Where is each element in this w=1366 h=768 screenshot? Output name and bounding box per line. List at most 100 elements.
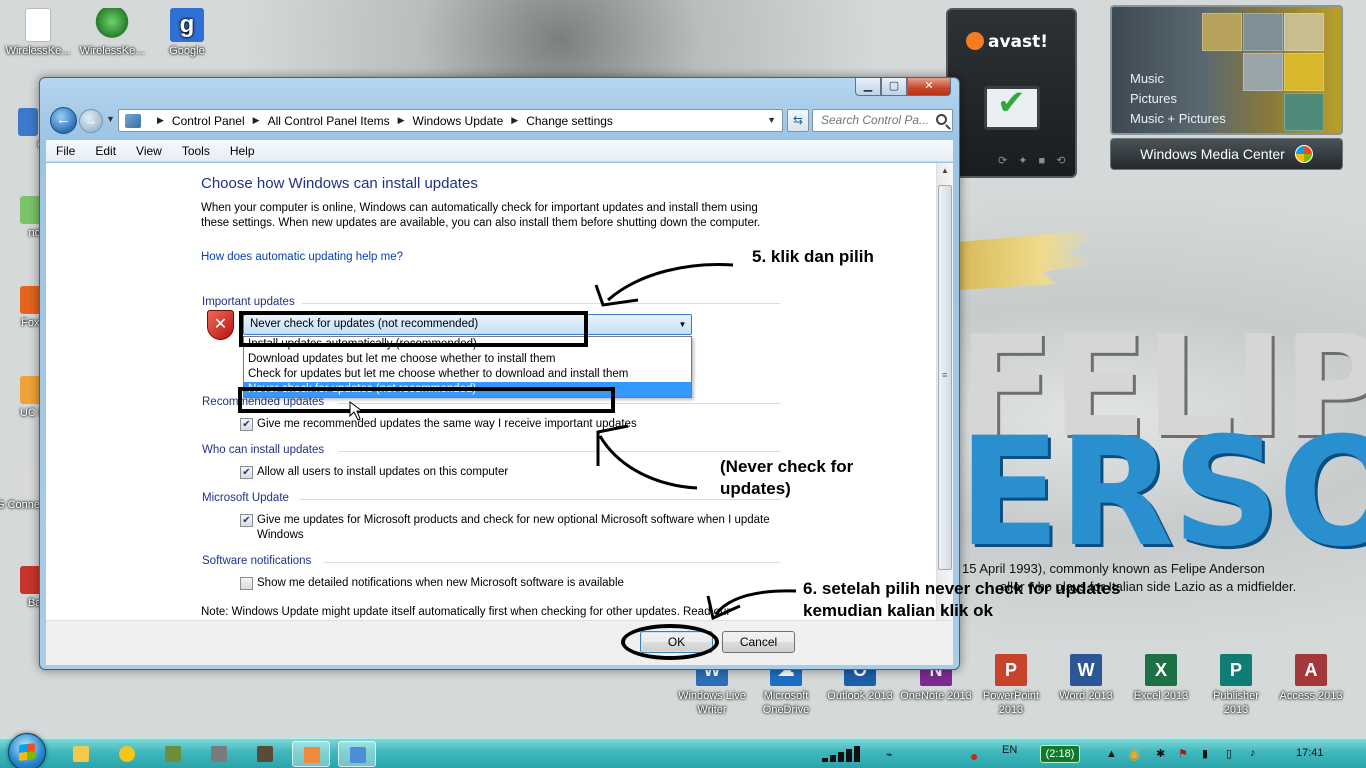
taskbar-minecraft[interactable] xyxy=(154,741,192,767)
volume-icon[interactable]: ♪ xyxy=(1250,747,1256,759)
annotation-box-select xyxy=(239,311,588,347)
minimize-button[interactable]: ▁ xyxy=(855,78,881,96)
wifi-icon[interactable]: ▮ xyxy=(1202,747,1208,760)
annotation-step6-line1: 6. setelah pilih never check for updates xyxy=(803,579,1121,598)
taskbar-explorer[interactable] xyxy=(62,741,100,767)
breadcrumb-all-items[interactable]: All Control Panel Items xyxy=(268,114,390,128)
breadcrumb-change-settings[interactable]: Change settings xyxy=(526,114,613,128)
powerpoint-icon: P xyxy=(995,654,1027,686)
allow-all-users-label: Allow all users to install updates on th… xyxy=(257,466,509,478)
chevron-down-icon[interactable]: ▼ xyxy=(674,315,691,334)
important-updates-heading: Important updates xyxy=(202,296,295,308)
annotation-step5: 5. klik dan pilih xyxy=(752,247,874,266)
search-box[interactable] xyxy=(812,109,953,132)
maximize-button[interactable]: ▢ xyxy=(881,78,907,96)
recommended-updates-checkbox[interactable]: ✔ xyxy=(240,418,253,431)
grip-icon: ≡ xyxy=(942,370,948,380)
soldier-icon xyxy=(257,746,273,762)
dialog-footer: OK Cancel xyxy=(46,620,953,665)
refresh-button[interactable]: ⇆ xyxy=(787,109,809,132)
avast-ball-icon xyxy=(966,32,984,50)
annotation-step6-line2: kemudian kalian klik ok xyxy=(803,601,993,620)
menu-tools[interactable]: Tools xyxy=(172,144,220,158)
network-icon[interactable]: ⌁ xyxy=(886,748,893,761)
chevron-right-icon[interactable]: ▶ xyxy=(253,115,260,126)
excel-icon: X xyxy=(1145,654,1177,686)
help-link[interactable]: How does automatic updating help me? xyxy=(201,251,403,263)
cancel-button[interactable]: Cancel xyxy=(722,631,795,653)
avast-logo-text: avast! xyxy=(988,32,1049,52)
search-input[interactable] xyxy=(821,113,929,127)
taskbar-app-6[interactable] xyxy=(292,741,330,767)
annotation-box-never-option xyxy=(238,387,615,413)
close-button[interactable]: ✕ xyxy=(907,78,951,96)
microsoft-update-checkbox-row[interactable]: ✔ Give me updates for Microsoft products… xyxy=(240,513,777,543)
annotation-never-line2: updates) xyxy=(720,479,791,498)
detailed-notifications-checkbox-row[interactable]: Show me detailed notifications when new … xyxy=(240,576,777,591)
recommended-updates-label: Give me recommended updates the same way… xyxy=(257,418,637,430)
microsoft-update-checkbox[interactable]: ✔ xyxy=(240,514,253,527)
language-indicator[interactable]: EN xyxy=(1002,744,1017,756)
desktop-icon-powerpoint[interactable]: P PowerPoint 2013 xyxy=(975,654,1047,717)
taskbar-app-4[interactable] xyxy=(200,741,238,767)
option-check-let-me-choose[interactable]: Check for updates but let me choose whet… xyxy=(244,367,691,382)
taskbar-app-5[interactable] xyxy=(246,741,284,767)
vertical-scrollbar[interactable]: ▲ ≡ ▼ xyxy=(936,163,953,620)
wmc-menu-music-pictures[interactable]: Music + Pictures xyxy=(1130,109,1226,129)
menu-edit[interactable]: Edit xyxy=(85,144,126,158)
avast-logo: avast! xyxy=(966,32,1048,52)
start-button[interactable] xyxy=(8,733,46,768)
desktop-icon-excel[interactable]: X Excel 2013 xyxy=(1125,654,1197,703)
recommended-updates-checkbox-row[interactable]: ✔ Give me recommended updates the same w… xyxy=(240,417,777,432)
taskbar-app-2[interactable] xyxy=(108,741,146,767)
battery-icon[interactable]: ▯ xyxy=(1226,747,1232,760)
action-center-icon[interactable]: ⚑ xyxy=(1178,747,1188,760)
avast-tray-icon[interactable]: ◉ xyxy=(1128,746,1140,763)
clock[interactable]: 17:41 xyxy=(1296,747,1324,759)
address-bar[interactable]: ▶ Control Panel ▶ All Control Panel Item… xyxy=(118,109,783,132)
desktop-icon-wirelesskey-2[interactable]: WirelessKe... xyxy=(74,8,150,58)
recent-pages-dropdown[interactable]: ▼ xyxy=(106,114,115,124)
avast-gadget[interactable]: avast! ✔ ⟳ ✦ ■ ⟲ xyxy=(946,8,1077,178)
security-shield-icon: ✕ xyxy=(207,310,234,340)
detailed-notifications-checkbox[interactable] xyxy=(240,577,253,590)
media-center-bar[interactable]: Windows Media Center xyxy=(1110,138,1343,170)
wallpaper-caption-1: 15 April 1993), commonly known as Felipe… xyxy=(962,561,1265,576)
menu-file[interactable]: File xyxy=(46,144,85,158)
media-center-gadget[interactable]: Music Pictures Music + Pictures xyxy=(1110,5,1343,135)
menu-view[interactable]: View xyxy=(126,144,172,158)
scrollbar-thumb[interactable]: ≡ xyxy=(938,185,952,570)
wmc-menu-music[interactable]: Music xyxy=(1130,69,1226,89)
allow-all-users-checkbox-row[interactable]: ✔ Allow all users to install updates on … xyxy=(240,465,777,480)
back-button[interactable]: ← xyxy=(50,107,77,134)
wmc-tile xyxy=(1284,13,1324,51)
chevron-right-icon[interactable]: ▶ xyxy=(398,115,405,126)
media-center-label: Windows Media Center xyxy=(1140,146,1285,162)
breadcrumb-windows-update[interactable]: Windows Update xyxy=(413,114,504,128)
bluetooth-icon[interactable]: ✱ xyxy=(1156,747,1165,760)
option-download-let-me-choose[interactable]: Download updates but let me choose wheth… xyxy=(244,352,691,367)
allow-all-users-checkbox[interactable]: ✔ xyxy=(240,466,253,479)
taskbar: ⌁ ● EN (2:18) ▲ ◉ ✱ ⚑ ▮ ▯ ♪ 17:41 xyxy=(0,733,1366,768)
desktop-icon-access[interactable]: A Access 2013 xyxy=(1275,654,1347,703)
search-icon[interactable] xyxy=(936,114,947,125)
tray-app-icon[interactable]: ● xyxy=(970,748,978,764)
wmc-menu-pictures[interactable]: Pictures xyxy=(1130,89,1226,109)
breadcrumb-control-panel[interactable]: Control Panel xyxy=(172,114,245,128)
update-note: Note: Windows Update might update itself… xyxy=(201,606,731,618)
desktop-icon-wirelesskey-1[interactable]: WirelessKe... xyxy=(0,8,76,58)
desktop-icon-publisher[interactable]: P Publisher 2013 xyxy=(1200,654,1272,717)
folder-icon xyxy=(73,746,89,762)
publisher-icon: P xyxy=(1220,654,1252,686)
forward-button[interactable]: → xyxy=(79,109,103,133)
battery-time-badge[interactable]: (2:18) xyxy=(1040,745,1080,763)
desktop-icon-word[interactable]: W Word 2013 xyxy=(1050,654,1122,703)
taskbar-control-panel[interactable] xyxy=(338,741,376,767)
chevron-right-icon[interactable]: ▶ xyxy=(511,115,518,126)
chevron-right-icon[interactable]: ▶ xyxy=(157,115,164,126)
scroll-up-icon[interactable]: ▲ xyxy=(937,163,953,179)
menu-help[interactable]: Help xyxy=(220,144,265,158)
address-dropdown-icon[interactable]: ▼ xyxy=(767,115,776,125)
desktop-icon-google[interactable]: g Google xyxy=(149,8,225,58)
show-hidden-icons[interactable]: ▲ xyxy=(1106,748,1117,760)
